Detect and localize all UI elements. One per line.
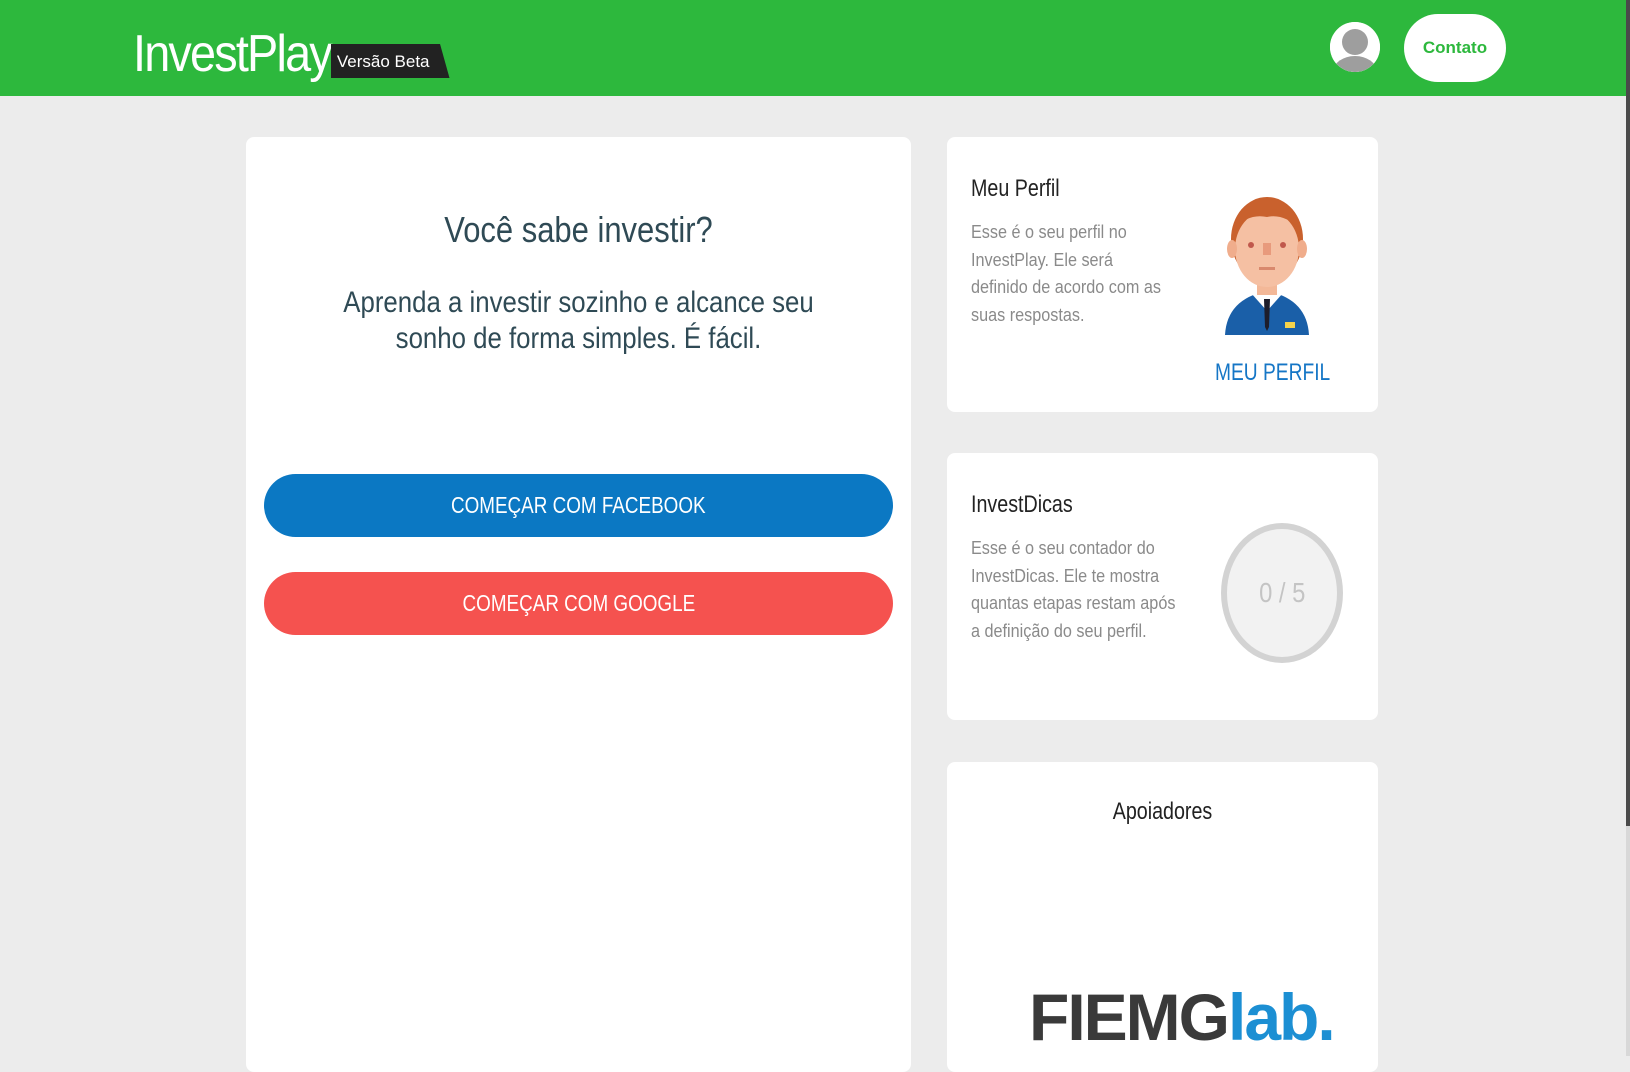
page-title: Você sabe investir? [444, 209, 713, 250]
invest-tips-card: InvestDicas Esse é o seu contador do Inv… [947, 453, 1378, 720]
my-profile-link[interactable]: MEU PERFIL [1215, 359, 1330, 387]
tips-counter-value: 0 / 5 [1258, 577, 1306, 608]
facebook-login-label: COMEÇAR COM FACEBOOK [451, 492, 706, 518]
scrollbar-thumb[interactable] [1626, 0, 1630, 826]
tips-card-title: InvestDicas [971, 491, 1073, 518]
investor-avatar-illustration [1225, 197, 1309, 335]
top-navigation-bar: InvestPlay Versão Beta Contato [0, 0, 1626, 96]
google-login-label: COMEÇAR COM GOOGLE [462, 590, 695, 616]
facebook-login-button[interactable]: COMEÇAR COM FACEBOOK [264, 474, 893, 537]
beta-badge: Versão Beta [330, 44, 450, 78]
fiemglab-logo-suffix: lab. [1228, 980, 1336, 1054]
brand-logo[interactable]: InvestPlay Versão Beta [133, 18, 450, 80]
tips-card-description: Esse é o seu contador do InvestDicas. El… [971, 538, 1176, 641]
page-subtitle: Aprenda a investir sozinho e alcance seu… [343, 286, 814, 355]
sponsors-card: Apoiadores FIEMGlab. [947, 762, 1378, 1072]
profile-card-title: Meu Perfil [971, 175, 1060, 202]
brand-name: InvestPlay [133, 25, 333, 83]
fiemglab-logo[interactable]: FIEMGlab. [1029, 984, 1336, 1050]
tips-progress-counter: 0 / 5 [1221, 523, 1343, 663]
fiemglab-logo-text: FIEMG [1029, 980, 1230, 1054]
google-login-button[interactable]: COMEÇAR COM GOOGLE [264, 572, 893, 635]
profile-card: Meu Perfil Esse é o seu perfil no Invest… [947, 137, 1378, 412]
welcome-card: Você sabe investir? Aprenda a investir s… [246, 137, 911, 1072]
contact-button[interactable]: Contato [1404, 14, 1506, 82]
profile-card-description: Esse é o seu perfil no InvestPlay. Ele s… [971, 222, 1162, 325]
sponsors-title: Apoiadores [1112, 798, 1213, 825]
user-avatar-icon[interactable] [1330, 22, 1380, 72]
